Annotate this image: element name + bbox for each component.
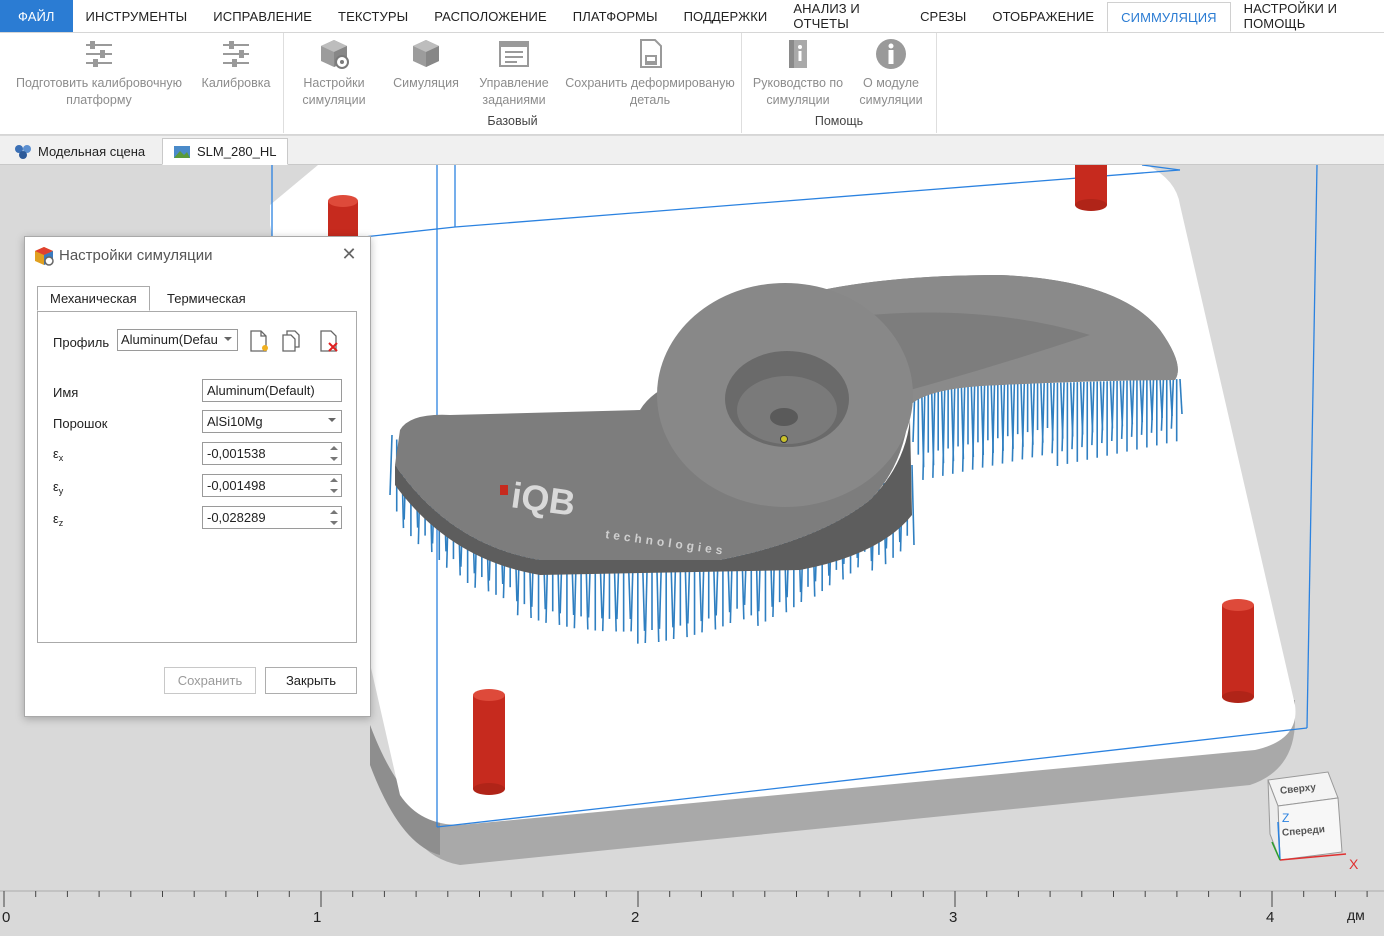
spinner-icon[interactable] [330, 445, 338, 462]
strain-z-label: εz [53, 511, 64, 528]
navigation-cube[interactable]: Сверху Спереди Z X [1266, 768, 1366, 878]
prepare-calibration-label: Подготовить калибровочную платформу [15, 76, 183, 107]
group-basic-label: Базовый [487, 114, 538, 128]
menu-simulation[interactable]: СИММУЛЯЦИЯ [1107, 2, 1231, 32]
strain-z-input[interactable]: -0,028289 [202, 506, 342, 529]
new-profile-icon[interactable] [248, 329, 270, 353]
document-tabs: Модельная сцена SLM_280_HL [0, 136, 1384, 165]
delete-profile-icon[interactable] [318, 329, 340, 353]
sim-settings-label: Настройки симуляции [302, 76, 366, 107]
save-part-icon [640, 39, 662, 68]
spinner-icon[interactable] [330, 477, 338, 494]
sliders-icon [223, 41, 249, 67]
menu-placement[interactable]: РАСПОЛОЖЕНИЕ [421, 0, 560, 32]
platform-icon [174, 145, 190, 158]
scene-icon [15, 144, 31, 159]
job-management-label: Управление заданиями [479, 76, 549, 107]
strain-x-input[interactable]: -0,001538 [202, 442, 342, 465]
about-module-button[interactable]: О модуле симуляции [852, 37, 930, 109]
sliders-icon [86, 41, 112, 67]
menu-repair[interactable]: ИСПРАВЛЕНИЕ [200, 0, 325, 32]
sim-guide-label: Руководство по симуляции [752, 76, 844, 107]
strain-z-value: -0,028289 [207, 510, 266, 525]
close-icon[interactable]: ✕ [340, 245, 358, 263]
calibration-label: Калибровка [201, 76, 271, 90]
tab-model-scene[interactable]: Модельная сцена [4, 138, 155, 165]
mechanical-panel: Профиль Aluminum(Defau Имя Aluminum(Defa… [37, 311, 357, 643]
copy-profile-icon[interactable] [281, 329, 303, 353]
cube-gear-icon [321, 40, 349, 69]
menu-display[interactable]: ОТОБРАЖЕНИЕ [979, 0, 1107, 32]
strain-y-input[interactable]: -0,001498 [202, 474, 342, 497]
axis-z-label: Z [1282, 811, 1290, 825]
name-label: Имя [53, 385, 79, 400]
profile-select[interactable]: Aluminum(Defau [117, 329, 238, 351]
cube-icon [413, 40, 439, 67]
ribbon: Подготовить калибровочную платформу Кали… [0, 33, 1384, 135]
close-button[interactable]: Закрыть [265, 667, 357, 694]
powder-value: AlSi10Mg [207, 414, 263, 429]
ruler [0, 890, 1384, 907]
strain-x-value: -0,001538 [207, 446, 266, 461]
menu-file[interactable]: ФАЙЛ [0, 0, 73, 32]
tab-platform[interactable]: SLM_280_HL [162, 138, 288, 165]
profile-label: Профиль [53, 335, 110, 350]
save-deformed-button[interactable]: Сохранить деформированую деталь [564, 37, 736, 109]
ruler-label-0: 0 [2, 909, 11, 926]
menu-platforms[interactable]: ПЛАТФОРМЫ [560, 0, 671, 32]
simulation-button[interactable]: Симуляция [384, 37, 468, 92]
ribbon-group-help: Руководство по симуляции О модуле симуля… [742, 33, 937, 133]
guide-book-icon [789, 40, 807, 68]
ruler-unit: дм [1347, 907, 1365, 923]
calibration-button[interactable]: Калибровка [196, 37, 276, 92]
dialog-title: Настройки симуляции [59, 247, 213, 264]
tab-thermal[interactable]: Термическая [155, 286, 258, 311]
menu-bar: ФАЙЛ ИНСТРУМЕНТЫ ИСПРАВЛЕНИЕ ТЕКСТУРЫ РА… [0, 0, 1384, 33]
ruler-label-3: 3 [949, 909, 958, 926]
job-management-button[interactable]: Управление заданиями [472, 37, 556, 109]
group-help-label: Помощь [814, 114, 864, 128]
ruler-label-1: 1 [313, 909, 322, 926]
powder-select[interactable]: AlSi10Mg [202, 410, 342, 433]
simulation-label: Симуляция [393, 76, 459, 90]
ruler-label-2: 2 [631, 909, 640, 926]
about-module-label: О модуле симуляции [859, 76, 923, 107]
menu-tools[interactable]: ИНСТРУМЕНТЫ [73, 0, 201, 32]
tab-model-scene-label: Модельная сцена [38, 144, 146, 159]
strain-y-value: -0,001498 [207, 478, 266, 493]
ribbon-group-calibration: Подготовить калибровочную платформу Кали… [0, 33, 284, 133]
strain-y-label: εy [53, 479, 64, 496]
sim-settings-button[interactable]: Настройки симуляции [292, 37, 376, 109]
tab-platform-label: SLM_280_HL [197, 144, 277, 159]
ruler-label-4: 4 [1266, 909, 1275, 926]
axis-x-label: X [1349, 856, 1359, 872]
sim-guide-button[interactable]: Руководство по симуляции [748, 37, 848, 109]
save-button[interactable]: Сохранить [164, 667, 256, 694]
info-icon [876, 39, 906, 69]
menu-analysis[interactable]: АНАЛИЗ И ОТЧЕТЫ [780, 0, 907, 32]
ribbon-group-basic: Настройки симуляции Симуляция Управление… [284, 33, 742, 133]
chevron-down-icon [328, 418, 336, 422]
profile-value: Aluminum(Defau [121, 332, 218, 347]
sim-settings-dialog: Настройки симуляции ✕ Механическая Терми… [24, 236, 371, 717]
menu-slices[interactable]: СРЕЗЫ [907, 0, 979, 32]
job-list-icon [499, 41, 529, 67]
strain-x-label: εx [53, 446, 64, 463]
dialog-cube-icon [35, 247, 54, 266]
menu-supports[interactable]: ПОДДЕРЖКИ [671, 0, 781, 32]
save-deformed-label: Сохранить деформированую деталь [565, 76, 735, 107]
prepare-calibration-button[interactable]: Подготовить калибровочную платформу [6, 37, 192, 109]
powder-label: Порошок [53, 416, 108, 431]
tab-mechanical[interactable]: Механическая [37, 286, 150, 311]
spinner-icon[interactable] [330, 509, 338, 526]
chevron-down-icon [224, 337, 232, 341]
menu-textures[interactable]: ТЕКСТУРЫ [325, 0, 421, 32]
name-field[interactable]: Aluminum(Default) [202, 379, 342, 402]
menu-settings-help[interactable]: НАСТРОЙКИ И ПОМОЩЬ [1231, 0, 1384, 32]
